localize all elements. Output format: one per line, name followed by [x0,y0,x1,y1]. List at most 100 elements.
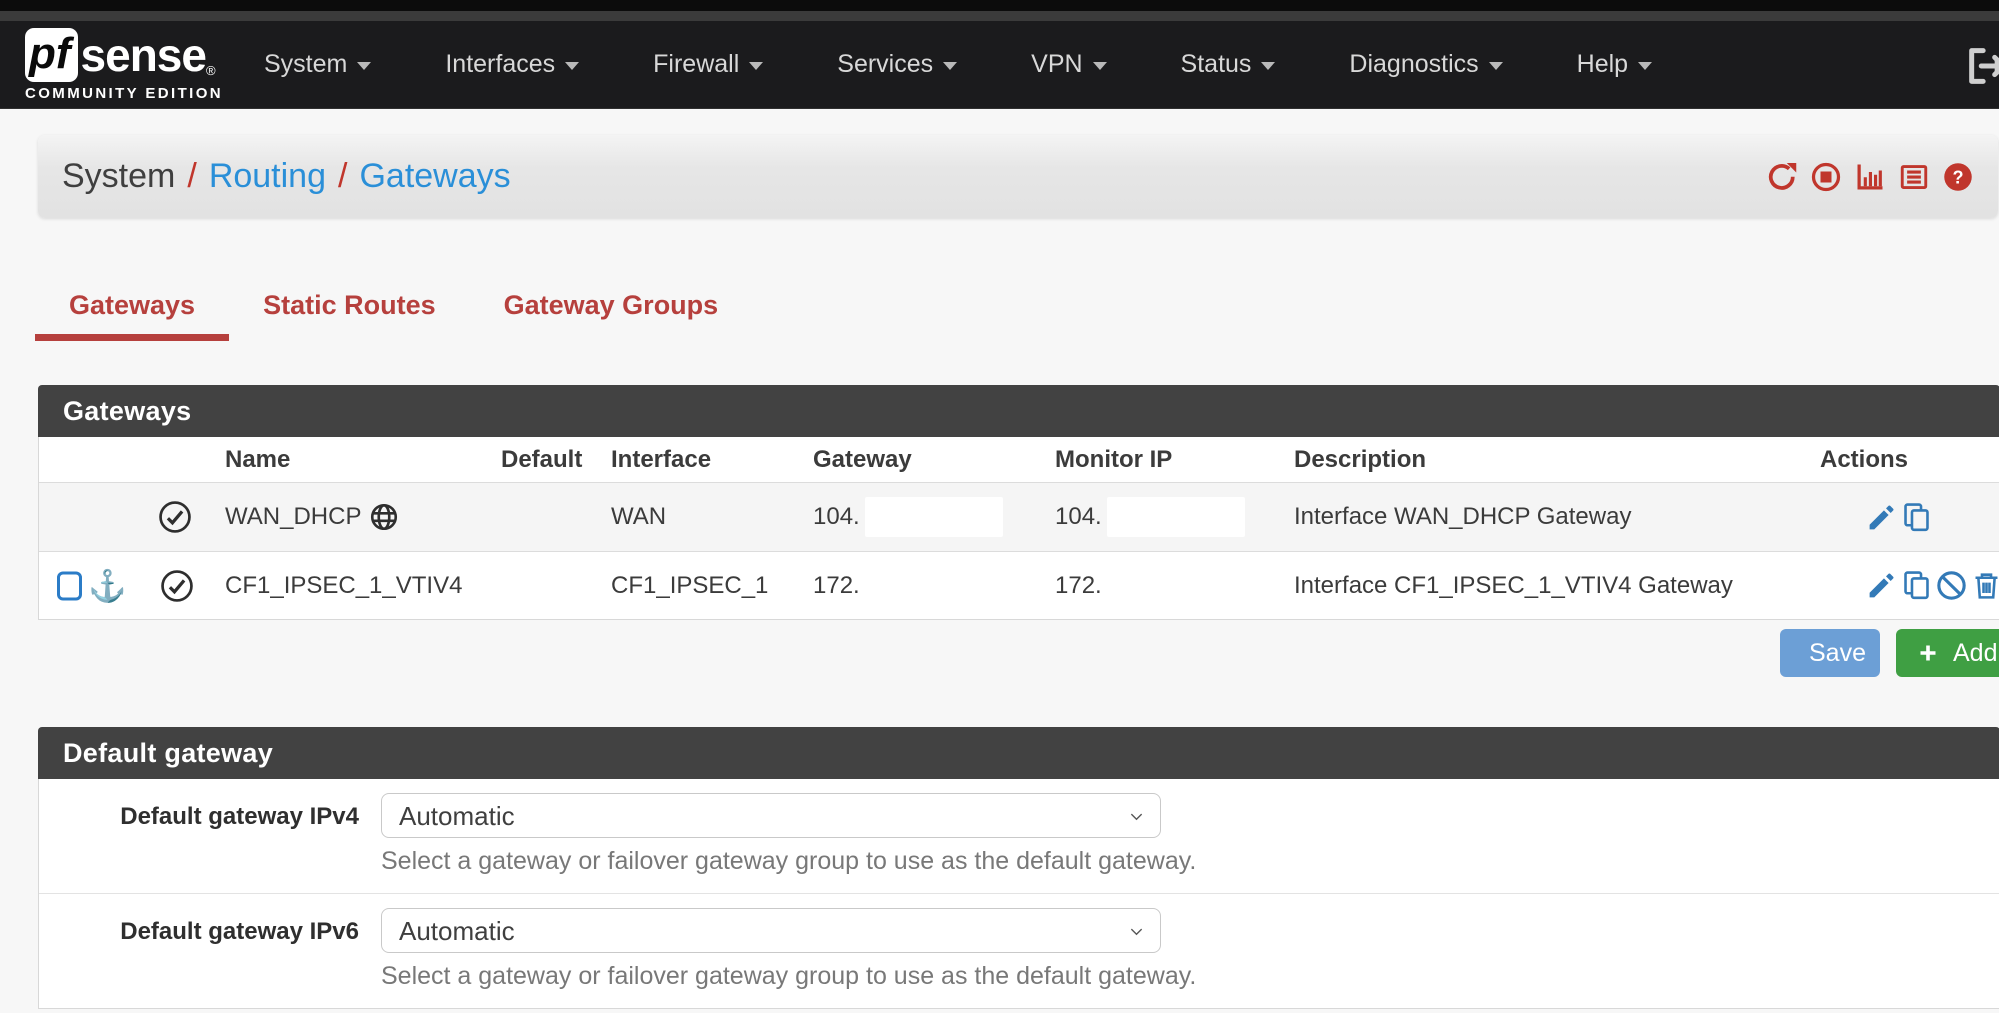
gateways-panel-title: Gateways [38,385,1999,437]
stop-icon[interactable] [1811,162,1841,192]
ipv6-label: Default gateway IPv6 [101,918,359,946]
menu-services[interactable]: Services [800,50,994,79]
sign-out-icon[interactable] [1964,43,1999,89]
description-cell: Interface CF1_IPSEC_1_VTIV4 Gateway [1294,572,1820,600]
ipv4-gateway-select[interactable]: Automatic [381,793,1161,838]
window-top-band [0,11,1999,21]
gateways-table: Name Default Interface Gateway Monitor I… [38,437,1999,620]
copy-icon[interactable] [1901,502,1932,533]
default-gateway-panel-title: Default gateway [38,727,1999,779]
chart-icon[interactable] [1855,162,1885,192]
interface-cell: WAN [611,503,813,531]
chevron-down-icon [1638,62,1652,70]
row-actions [1820,502,1999,533]
top-navbar: pf sense ® COMMUNITY EDITION System Inte… [0,21,1999,109]
breadcrumb-link-routing[interactable]: Routing [209,157,326,196]
chevron-down-icon [1489,62,1503,70]
redacted-ip [865,497,1003,537]
gateway-online-check-icon [160,569,194,603]
chevron-down-icon [357,62,371,70]
breadcrumb-section: System [62,157,175,196]
breadcrumb-bar: System / Routing / Gateways ? [38,135,1998,218]
logo-subtitle: COMMUNITY EDITION [25,85,223,102]
chevron-down-icon [565,62,579,70]
help-icon[interactable]: ? [1943,162,1973,192]
log-icon[interactable] [1899,162,1929,192]
gateway-online-check-icon [158,500,192,534]
chevron-down-icon [749,62,763,70]
window-top-edge [0,0,1999,11]
description-cell: Interface WAN_DHCP Gateway [1294,503,1820,531]
menu-help[interactable]: Help [1540,50,1689,79]
gateway-ip-cell: 172. [813,572,1055,600]
gateway-name-cell: WAN_DHCP [225,502,501,532]
breadcrumb: System / Routing / Gateways [62,135,511,218]
gateway-name-cell: CF1_IPSEC_1_VTIV4 [225,572,501,600]
breadcrumb-separator: / [338,157,347,196]
logo-pf: pf [25,28,78,82]
gateways-panel: Gateways Name Default Interface Gateway … [38,385,1999,620]
breadcrumb-link-gateways[interactable]: Gateways [359,157,510,196]
tab-static-routes[interactable]: Static Routes [229,266,470,341]
table-row-cf1-ipsec: ⚓ CF1_IPSEC_1_VTIV4 CF1_IPSEC_1 172. 172… [39,552,1999,619]
edit-icon[interactable] [1866,570,1897,601]
menu-system[interactable]: System [227,50,408,79]
col-gateway: Gateway [813,446,1055,474]
delete-icon[interactable] [1971,570,1999,601]
chevron-down-icon [1093,62,1107,70]
menu-firewall[interactable]: Firewall [616,50,800,79]
col-interface: Interface [611,446,813,474]
plus-icon [1916,641,1940,665]
menu-interfaces[interactable]: Interfaces [408,50,616,79]
table-row-wan-dhcp: WAN_DHCP WAN 104. 104. Interface WAN_DHC… [39,483,1999,552]
anchor-icon: ⚓ [88,570,127,601]
interface-cell: CF1_IPSEC_1 [611,572,813,600]
ipv4-label: Default gateway IPv4 [101,803,359,831]
col-description: Description [1294,446,1820,474]
default-gateway-ipv6-row: Default gateway IPv6 Automatic Select a … [39,894,1999,1008]
chevron-down-icon [1127,807,1146,826]
logo-registered-mark: ® [206,63,216,78]
copy-icon[interactable] [1901,570,1932,601]
default-gateway-panel: Default gateway Default gateway IPv4 Aut… [38,727,1999,1009]
breadcrumb-separator: / [187,157,196,196]
col-default: Default [501,446,611,474]
refresh-icon[interactable] [1767,162,1797,192]
menu-vpn[interactable]: VPN [994,50,1143,79]
gateways-table-header: Name Default Interface Gateway Monitor I… [39,437,1999,483]
svg-text:?: ? [1952,167,1963,187]
col-name: Name [225,446,501,474]
routing-tabs: Gateways Static Routes Gateway Groups [35,266,752,341]
ipv6-gateway-select[interactable]: Automatic [381,908,1161,953]
col-monitor-ip: Monitor IP [1055,446,1294,474]
gateway-ip-cell: 104. [813,497,1055,537]
ipv4-help-text: Select a gateway or failover gateway gro… [381,847,1196,876]
redacted-ip [1107,497,1245,537]
row-status-cell [39,483,225,551]
chevron-down-icon [1261,62,1275,70]
menu-diagnostics[interactable]: Diagnostics [1312,50,1539,79]
main-menu: System Interfaces Firewall Services VPN … [227,21,1689,108]
pfsense-logo: pf sense ® COMMUNITY EDITION [25,28,223,102]
monitor-ip-cell: 104. [1055,497,1294,537]
active-tab-underline [35,334,229,341]
disable-icon[interactable] [1936,570,1967,601]
row-actions [1820,570,1999,601]
save-button[interactable]: Save [1780,629,1880,677]
globe-icon [369,502,399,532]
menu-status[interactable]: Status [1144,50,1313,79]
monitor-ip-cell: 172. [1055,572,1294,600]
add-button[interactable]: Add [1896,629,1999,677]
col-actions: Actions [1820,446,1999,474]
chevron-down-icon [943,62,957,70]
row-checkbox[interactable] [57,571,82,600]
edit-icon[interactable] [1866,502,1897,533]
pfsense-page: pf sense ® COMMUNITY EDITION System Inte… [0,0,1999,1013]
tab-gateway-groups[interactable]: Gateway Groups [470,266,753,341]
logo-sense: sense [81,28,206,82]
chevron-down-icon [1127,922,1146,941]
page-action-icons: ? [1767,162,1973,192]
tab-gateways[interactable]: Gateways [35,266,229,341]
default-gateway-ipv4-row: Default gateway IPv4 Automatic Select a … [39,779,1999,894]
ipv6-help-text: Select a gateway or failover gateway gro… [381,962,1196,991]
